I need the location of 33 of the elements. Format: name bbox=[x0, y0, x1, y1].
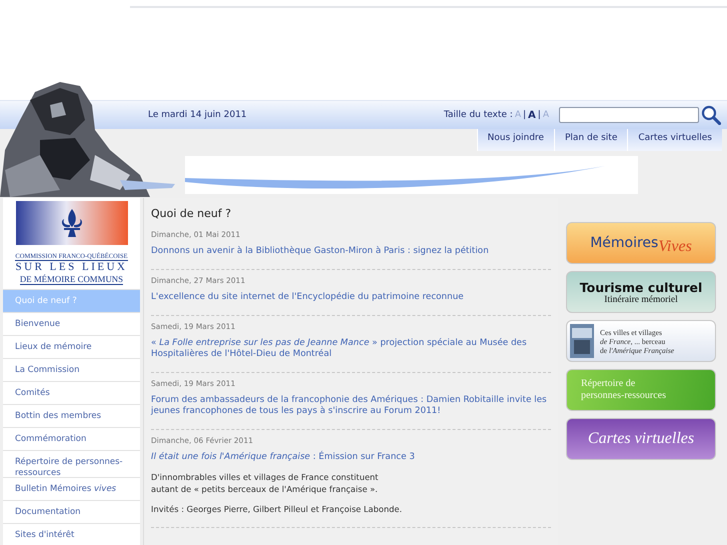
page-title: Quoi de neuf ? bbox=[151, 207, 232, 220]
search-icon[interactable] bbox=[701, 105, 721, 125]
sidebar-item[interactable]: Bottin des membres bbox=[3, 405, 140, 427]
sidebar-item[interactable]: Sites d'intérêt bbox=[3, 524, 140, 545]
sidebar-item[interactable]: Commémoration bbox=[3, 428, 140, 450]
news-link[interactable]: L'excellence du site internet de l'Encyclopédie du patrimoine reconnue bbox=[151, 292, 551, 303]
logo-text: DE MÉMOIRE COMMUNS bbox=[20, 274, 124, 285]
date-text: Le mardi 14 juin 2011 bbox=[148, 110, 247, 120]
sidebar-item[interactable]: Bulletin Mémoires vives bbox=[3, 478, 140, 500]
top-link[interactable]: Cartes virtuelles bbox=[627, 129, 722, 151]
sidebar-item[interactable]: Lieux de mémoire bbox=[3, 336, 140, 358]
top-link[interactable]: Plan de site bbox=[554, 129, 628, 151]
sidebar-item[interactable]: Documentation bbox=[3, 501, 140, 523]
sidebar-item[interactable]: Bienvenue bbox=[3, 313, 140, 335]
news-link[interactable]: Donnons un avenir à la Bibliothèque Gaston-Miron à Paris : signez la pétition bbox=[151, 246, 551, 257]
top-link[interactable]: Nous joindre bbox=[476, 129, 554, 151]
separator: | bbox=[538, 110, 541, 120]
logo-text: SUR LES LIEUX bbox=[16, 261, 128, 274]
banner-link[interactable]: Tourisme culturel Itinéraire mémoriel bbox=[566, 271, 716, 313]
text-size-label: Taille du texte : bbox=[444, 110, 513, 120]
separator: | bbox=[522, 110, 526, 120]
news-link[interactable]: Forum des ambassadeurs de la francophonie des Amériques : Damien Robitaille invite les jeunes francophones de tous les pays à s'inscrire au Forum 2011! bbox=[151, 395, 551, 417]
news-paragraph: D'innombrables villes et villages de France constituent autant de « petits berceaux de l'Amérique française ». bbox=[151, 471, 380, 495]
text-size-link[interactable]: A bbox=[528, 110, 536, 120]
banner-link[interactable]: Cartes virtuelles bbox=[566, 418, 716, 460]
sidebar-item[interactable]: La Commission bbox=[3, 359, 140, 381]
news-paragraph: Invités : Georges Pierre, Gilbert Pilleul et Françoise Labonde. bbox=[151, 503, 403, 515]
news-link[interactable]: « La Folle entreprise sur les pas de Jeanne Mance » projection spéciale au Musée des Hospitalières de l'Hôtel-Dieu de Montréal bbox=[151, 338, 551, 360]
fleur-de-lis-icon bbox=[16, 201, 128, 245]
sidebar-item[interactable]: Comités bbox=[3, 382, 140, 404]
news-link[interactable]: Il était une fois l'Amérique française : Émission sur France 3 bbox=[151, 452, 551, 463]
search-field[interactable] bbox=[559, 107, 699, 123]
sidebar-item[interactable]: Répertoire de personnes-ressources bbox=[3, 451, 140, 477]
